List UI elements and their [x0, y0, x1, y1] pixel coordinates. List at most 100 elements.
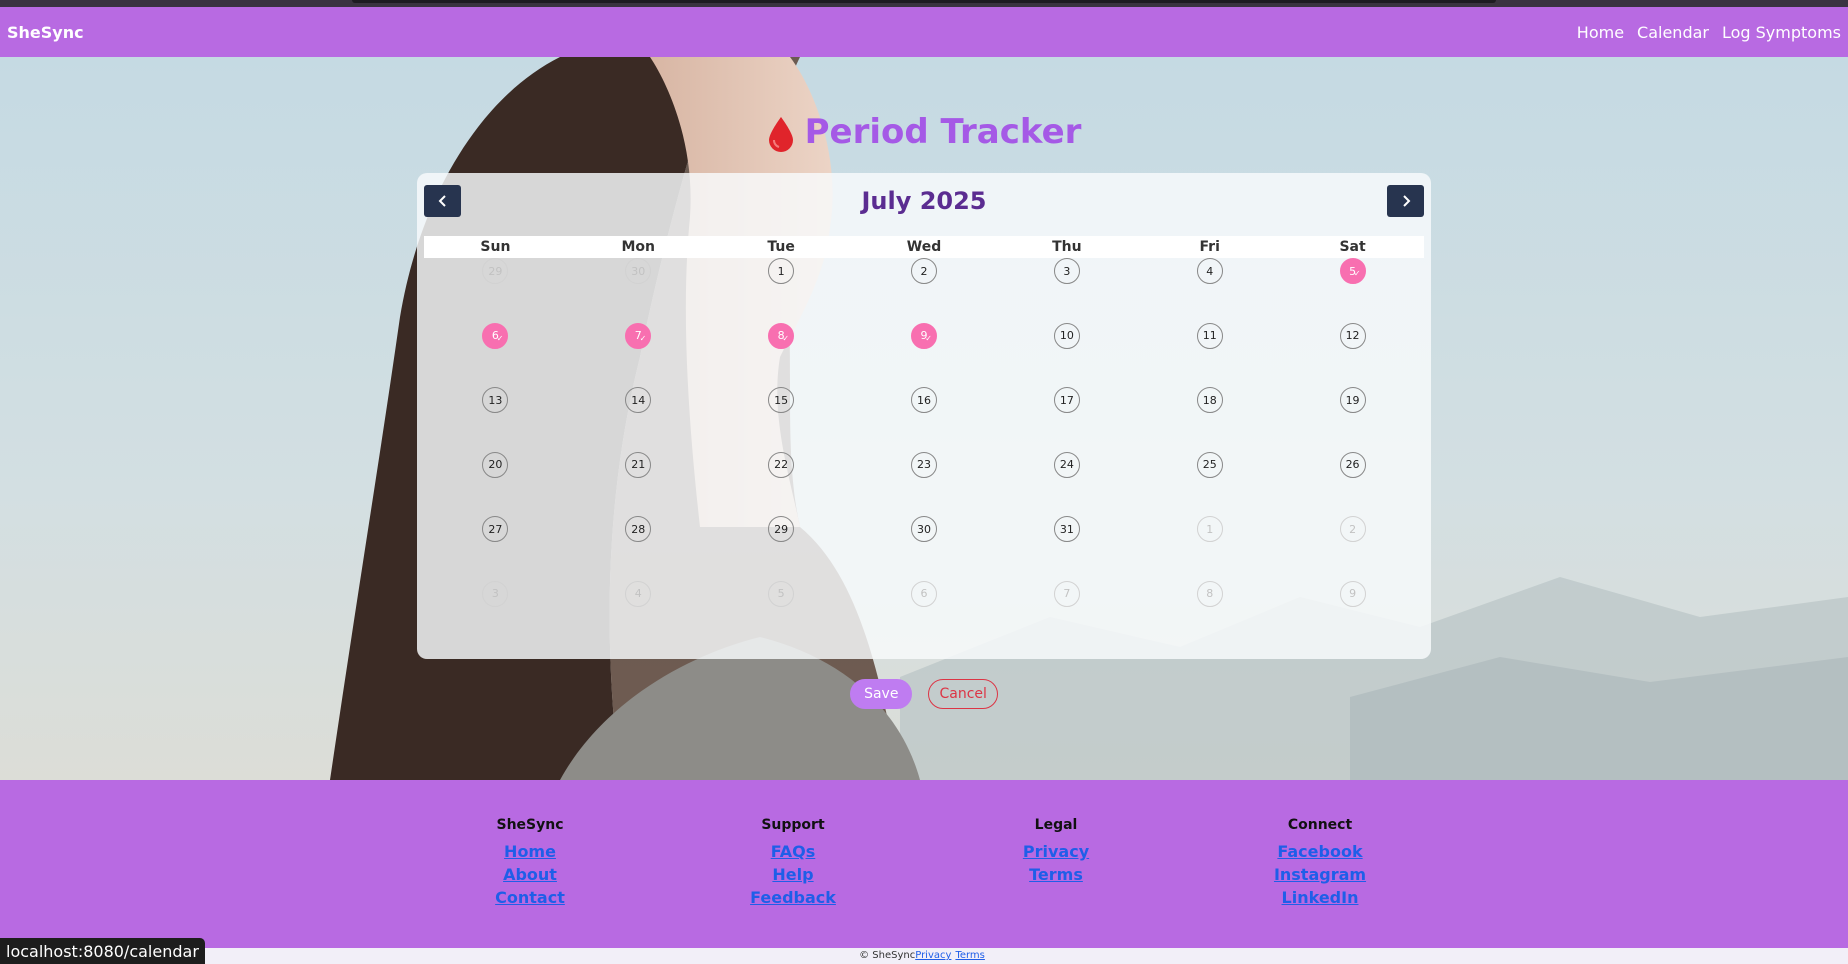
calendar-day[interactable]: 13 — [482, 387, 509, 414]
calendar-day[interactable]: 11 — [1196, 322, 1223, 349]
calendar-day[interactable]: 22 — [768, 451, 795, 478]
footer-link-faqs[interactable]: FAQs — [703, 840, 883, 863]
calendar-day-outside-month[interactable]: 4 — [625, 580, 652, 607]
calendar-day-outside-month[interactable]: 7 — [1053, 580, 1080, 607]
footer-link-privacy[interactable]: Privacy — [966, 840, 1146, 863]
day-number: 22 — [774, 458, 789, 472]
calendar-day-outside-month[interactable]: 1 — [1196, 516, 1223, 543]
day-number: 1 — [1206, 522, 1214, 536]
footer-link-feedback[interactable]: Feedback — [703, 886, 883, 909]
calendar-day-period[interactable]: 7 ✓ — [625, 322, 652, 349]
nav-link-calendar[interactable]: Calendar — [1637, 23, 1709, 42]
cancel-button[interactable]: Cancel — [928, 679, 998, 709]
check-icon: ✓ — [639, 333, 647, 343]
day-number: 20 — [488, 458, 503, 472]
day-number: 3 — [491, 587, 499, 601]
calendar-day[interactable]: 3 — [1053, 258, 1080, 284]
calendar-day[interactable]: 29 — [768, 516, 795, 543]
calendar-day[interactable]: 17 — [1053, 387, 1080, 414]
calendar-day[interactable]: 24 — [1053, 451, 1080, 478]
brand-logo[interactable]: SheSync — [7, 23, 84, 42]
footer-column-support: Support FAQs Help Feedback — [703, 816, 883, 909]
calendar-cell: 29 — [424, 258, 567, 323]
footer-column-connect: Connect Facebook Instagram LinkedIn — [1230, 816, 1410, 909]
calendar-day-outside-month[interactable]: 5 — [768, 580, 795, 607]
calendar-day[interactable]: 16 — [910, 387, 937, 414]
calendar-day-outside-month[interactable]: 9 — [1339, 580, 1366, 607]
calendar-day-period[interactable]: 5 ✓ — [1339, 258, 1366, 284]
calendar-day[interactable]: 30 — [910, 516, 937, 543]
calendar-day-outside-month[interactable]: 2 — [1339, 516, 1366, 543]
calendar-cell: 30 — [853, 516, 996, 581]
calendar-day[interactable]: 21 — [625, 451, 652, 478]
calendar-day[interactable]: 20 — [482, 451, 509, 478]
copyright-text: © SheSync — [859, 950, 916, 961]
nav-link-log-symptoms[interactable]: Log Symptoms — [1722, 23, 1841, 42]
calendar-actions: Save Cancel — [0, 679, 1848, 709]
calendar-day[interactable]: 12 — [1339, 322, 1366, 349]
footer-link-linkedin[interactable]: LinkedIn — [1230, 886, 1410, 909]
calendar-day[interactable]: 19 — [1339, 387, 1366, 414]
calendar-day[interactable]: 10 — [1053, 322, 1080, 349]
weekday-sun: Sun — [480, 239, 511, 255]
calendar-cell: 3 — [424, 580, 567, 646]
bottom-link-terms[interactable]: Terms — [955, 950, 984, 961]
calendar-day[interactable]: 23 — [910, 451, 937, 478]
browser-top-strip — [0, 0, 1848, 7]
calendar-day[interactable]: 26 — [1339, 451, 1366, 478]
calendar-day-outside-month[interactable]: 8 — [1196, 580, 1223, 607]
calendar-cell: 27 — [424, 516, 567, 581]
calendar-day[interactable]: 18 — [1196, 387, 1223, 414]
calendar-day-outside-month[interactable]: 29 — [482, 258, 509, 284]
save-button[interactable]: Save — [850, 679, 913, 709]
footer-link-about[interactable]: About — [440, 863, 620, 886]
calendar-cell: 8 ✓ — [710, 322, 853, 388]
calendar-day-period[interactable]: 6 ✓ — [482, 322, 509, 349]
blood-drop-icon — [768, 116, 793, 152]
calendar-cell: 20 — [424, 451, 567, 517]
weekday-wed: Wed — [906, 239, 942, 255]
footer-link-instagram[interactable]: Instagram — [1230, 863, 1410, 886]
footer-heading: Support — [761, 817, 825, 833]
footer-link-help[interactable]: Help — [703, 863, 883, 886]
calendar-cell: 9 — [1281, 580, 1424, 646]
day-number: 31 — [1059, 522, 1074, 536]
day-number: 1 — [777, 264, 785, 278]
bottom-link-privacy[interactable]: Privacy — [915, 950, 951, 961]
day-number: 16 — [916, 393, 931, 407]
navbar: SheSync Home Calendar Log Symptoms — [0, 7, 1848, 57]
calendar-day[interactable]: 4 — [1196, 258, 1223, 284]
calendar-day-period[interactable]: 9 ✓ — [910, 322, 937, 349]
calendar-day[interactable]: 27 — [482, 516, 509, 543]
footer-link-terms[interactable]: Terms — [966, 863, 1146, 886]
nav-link-home[interactable]: Home — [1577, 23, 1624, 42]
calendar-day-outside-month[interactable]: 6 — [910, 580, 937, 607]
calendar-day[interactable]: 28 — [625, 516, 652, 543]
calendar-cell: 7 ✓ — [567, 322, 710, 388]
footer-link-contact[interactable]: Contact — [440, 886, 620, 909]
day-number: 19 — [1345, 393, 1360, 407]
calendar-day[interactable]: 2 — [910, 258, 937, 284]
calendar-day[interactable]: 14 — [625, 387, 652, 414]
day-number: 12 — [1345, 329, 1360, 343]
calendar-cell: 11 — [1138, 322, 1281, 388]
calendar-day-outside-month[interactable]: 30 — [625, 258, 652, 284]
footer-link-home[interactable]: Home — [440, 840, 620, 863]
calendar-day[interactable]: 25 — [1196, 451, 1223, 478]
next-month-button[interactable] — [1387, 185, 1424, 217]
calendar-day-outside-month[interactable]: 3 — [482, 580, 509, 607]
weekday-fri: Fri — [1199, 239, 1220, 255]
footer-link-facebook[interactable]: Facebook — [1230, 840, 1410, 863]
calendar-day[interactable]: 31 — [1053, 516, 1080, 543]
calendar-day[interactable]: 1 — [768, 258, 795, 284]
day-number: 23 — [916, 458, 931, 472]
calendar-cell: 2 — [853, 258, 996, 323]
calendar-cell: 24 — [995, 451, 1138, 517]
day-number: 28 — [631, 522, 646, 536]
calendar-day[interactable]: 15 — [768, 387, 795, 414]
calendar-cell: 4 — [567, 580, 710, 646]
calendar-day-period[interactable]: 8 ✓ — [768, 322, 795, 349]
copyright-bar: © SheSyncPrivacy Terms — [0, 948, 1848, 964]
calendar-cell: 14 — [567, 387, 710, 452]
hero-section: Period Tracker July 2025 Sun Mon Tue Wed… — [0, 57, 1848, 780]
